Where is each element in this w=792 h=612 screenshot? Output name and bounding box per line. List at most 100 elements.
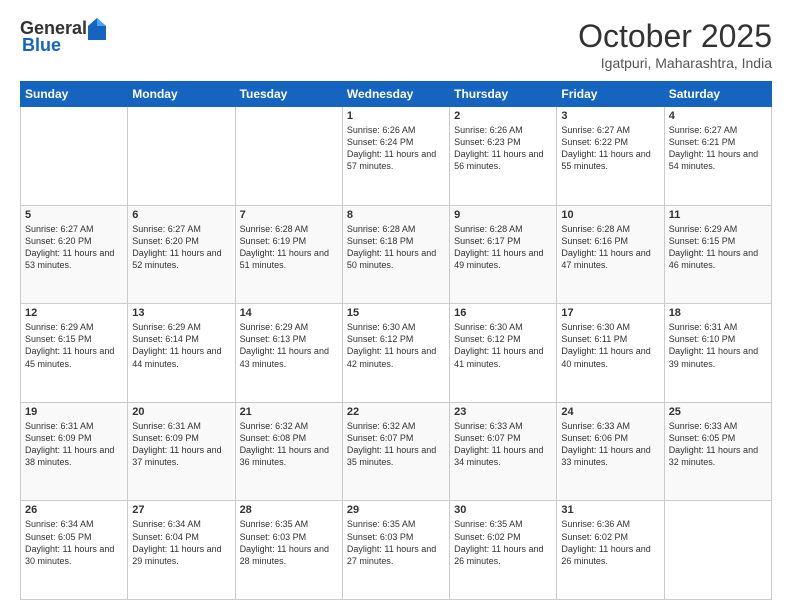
week-row-2: 5 Sunrise: 6:27 AM Sunset: 6:20 PM Daylig…: [21, 205, 772, 304]
day-cell: [664, 501, 771, 600]
day-number: 16: [454, 307, 552, 319]
day-cell: 27 Sunrise: 6:34 AM Sunset: 6:04 PM Dayli…: [128, 501, 235, 600]
day-cell: 30 Sunrise: 6:35 AM Sunset: 6:02 PM Dayli…: [450, 501, 557, 600]
day-cell: 31 Sunrise: 6:36 AM Sunset: 6:02 PM Dayli…: [557, 501, 664, 600]
day-number: 8: [347, 209, 445, 221]
day-info: Sunrise: 6:27 AM Sunset: 6:20 PM Dayligh…: [25, 224, 114, 270]
weekday-header-wednesday: Wednesday: [342, 82, 449, 107]
day-info: Sunrise: 6:27 AM Sunset: 6:22 PM Dayligh…: [561, 125, 650, 171]
day-cell: 23 Sunrise: 6:33 AM Sunset: 6:07 PM Dayli…: [450, 402, 557, 501]
day-info: Sunrise: 6:36 AM Sunset: 6:02 PM Dayligh…: [561, 519, 650, 565]
day-number: 26: [25, 504, 123, 516]
day-number: 20: [132, 406, 230, 418]
day-cell: [235, 107, 342, 206]
day-number: 12: [25, 307, 123, 319]
weekday-header-tuesday: Tuesday: [235, 82, 342, 107]
day-number: 2: [454, 110, 552, 122]
day-number: 18: [669, 307, 767, 319]
day-cell: 29 Sunrise: 6:35 AM Sunset: 6:03 PM Dayli…: [342, 501, 449, 600]
day-info: Sunrise: 6:35 AM Sunset: 6:02 PM Dayligh…: [454, 519, 543, 565]
day-cell: 17 Sunrise: 6:30 AM Sunset: 6:11 PM Dayli…: [557, 304, 664, 403]
day-info: Sunrise: 6:30 AM Sunset: 6:12 PM Dayligh…: [347, 322, 436, 368]
day-info: Sunrise: 6:32 AM Sunset: 6:07 PM Dayligh…: [347, 421, 436, 467]
day-cell: 16 Sunrise: 6:30 AM Sunset: 6:12 PM Dayli…: [450, 304, 557, 403]
day-info: Sunrise: 6:30 AM Sunset: 6:12 PM Dayligh…: [454, 322, 543, 368]
week-row-3: 12 Sunrise: 6:29 AM Sunset: 6:15 PM Dayli…: [21, 304, 772, 403]
title-block: October 2025 Igatpuri, Maharashtra, Indi…: [578, 18, 772, 71]
day-cell: 12 Sunrise: 6:29 AM Sunset: 6:15 PM Dayli…: [21, 304, 128, 403]
day-number: 17: [561, 307, 659, 319]
day-number: 29: [347, 504, 445, 516]
day-number: 24: [561, 406, 659, 418]
day-cell: 1 Sunrise: 6:26 AM Sunset: 6:24 PM Daylig…: [342, 107, 449, 206]
logo-icon: [88, 18, 106, 40]
day-cell: 11 Sunrise: 6:29 AM Sunset: 6:15 PM Dayli…: [664, 205, 771, 304]
day-number: 23: [454, 406, 552, 418]
weekday-header-friday: Friday: [557, 82, 664, 107]
day-cell: 15 Sunrise: 6:30 AM Sunset: 6:12 PM Dayli…: [342, 304, 449, 403]
day-number: 9: [454, 209, 552, 221]
logo-blue-text: Blue: [22, 36, 61, 56]
week-row-4: 19 Sunrise: 6:31 AM Sunset: 6:09 PM Dayli…: [21, 402, 772, 501]
weekday-header-row: SundayMondayTuesdayWednesdayThursdayFrid…: [21, 82, 772, 107]
day-info: Sunrise: 6:35 AM Sunset: 6:03 PM Dayligh…: [347, 519, 436, 565]
day-info: Sunrise: 6:34 AM Sunset: 6:04 PM Dayligh…: [132, 519, 221, 565]
day-number: 28: [240, 504, 338, 516]
day-number: 4: [669, 110, 767, 122]
day-cell: 18 Sunrise: 6:31 AM Sunset: 6:10 PM Dayli…: [664, 304, 771, 403]
logo: General Blue: [20, 18, 110, 56]
day-cell: 25Sunrise: 6:33 AM Sunset: 6:05 PM Dayli…: [664, 402, 771, 501]
day-number: 6: [132, 209, 230, 221]
day-cell: 6 Sunrise: 6:27 AM Sunset: 6:20 PM Daylig…: [128, 205, 235, 304]
day-cell: 10Sunrise: 6:28 AM Sunset: 6:16 PM Dayli…: [557, 205, 664, 304]
day-cell: 21 Sunrise: 6:32 AM Sunset: 6:08 PM Dayli…: [235, 402, 342, 501]
day-number: 11: [669, 209, 767, 221]
day-info: Sunrise: 6:28 AM Sunset: 6:18 PM Dayligh…: [347, 224, 436, 270]
day-info: Sunrise: 6:33 AM Sunset: 6:07 PM Dayligh…: [454, 421, 543, 467]
day-number: 15: [347, 307, 445, 319]
day-number: 5: [25, 209, 123, 221]
day-cell: 4 Sunrise: 6:27 AM Sunset: 6:21 PM Daylig…: [664, 107, 771, 206]
day-info: Sunrise: 6:29 AM Sunset: 6:15 PM Dayligh…: [669, 224, 758, 270]
day-info: Sunrise: 6:35 AM Sunset: 6:03 PM Dayligh…: [240, 519, 329, 565]
day-number: 1: [347, 110, 445, 122]
day-number: 14: [240, 307, 338, 319]
day-info: Sunrise: 6:31 AM Sunset: 6:10 PM Dayligh…: [669, 322, 758, 368]
day-info: Sunrise: 6:30 AM Sunset: 6:11 PM Dayligh…: [561, 322, 650, 368]
day-cell: 24 Sunrise: 6:33 AM Sunset: 6:06 PM Dayli…: [557, 402, 664, 501]
day-cell: 3Sunrise: 6:27 AM Sunset: 6:22 PM Daylig…: [557, 107, 664, 206]
day-info: Sunrise: 6:33 AM Sunset: 6:05 PM Dayligh…: [669, 421, 758, 467]
weekday-header-monday: Monday: [128, 82, 235, 107]
day-number: 21: [240, 406, 338, 418]
day-info: Sunrise: 6:26 AM Sunset: 6:24 PM Dayligh…: [347, 125, 436, 171]
day-info: Sunrise: 6:29 AM Sunset: 6:13 PM Dayligh…: [240, 322, 329, 368]
day-cell: 20 Sunrise: 6:31 AM Sunset: 6:09 PM Dayli…: [128, 402, 235, 501]
day-cell: 7Sunrise: 6:28 AM Sunset: 6:19 PM Daylig…: [235, 205, 342, 304]
day-cell: 14 Sunrise: 6:29 AM Sunset: 6:13 PM Dayli…: [235, 304, 342, 403]
day-number: 31: [561, 504, 659, 516]
page: General Blue October 2025 Igatpuri, Maha…: [0, 0, 792, 612]
day-cell: 5 Sunrise: 6:27 AM Sunset: 6:20 PM Daylig…: [21, 205, 128, 304]
month-title: October 2025: [578, 18, 772, 55]
day-info: Sunrise: 6:34 AM Sunset: 6:05 PM Dayligh…: [25, 519, 114, 565]
day-number: 27: [132, 504, 230, 516]
day-info: Sunrise: 6:32 AM Sunset: 6:08 PM Dayligh…: [240, 421, 329, 467]
day-info: Sunrise: 6:31 AM Sunset: 6:09 PM Dayligh…: [132, 421, 221, 467]
day-cell: 8 Sunrise: 6:28 AM Sunset: 6:18 PM Daylig…: [342, 205, 449, 304]
day-info: Sunrise: 6:27 AM Sunset: 6:20 PM Dayligh…: [132, 224, 221, 270]
day-info: Sunrise: 6:33 AM Sunset: 6:06 PM Dayligh…: [561, 421, 650, 467]
day-cell: 13Sunrise: 6:29 AM Sunset: 6:14 PM Dayli…: [128, 304, 235, 403]
day-number: 19: [25, 406, 123, 418]
day-info: Sunrise: 6:31 AM Sunset: 6:09 PM Dayligh…: [25, 421, 114, 467]
day-info: Sunrise: 6:27 AM Sunset: 6:21 PM Dayligh…: [669, 125, 758, 171]
day-number: 7: [240, 209, 338, 221]
day-info: Sunrise: 6:26 AM Sunset: 6:23 PM Dayligh…: [454, 125, 543, 171]
day-number: 30: [454, 504, 552, 516]
day-number: 22: [347, 406, 445, 418]
day-cell: [128, 107, 235, 206]
day-info: Sunrise: 6:28 AM Sunset: 6:17 PM Dayligh…: [454, 224, 543, 270]
location: Igatpuri, Maharashtra, India: [578, 55, 772, 71]
day-info: Sunrise: 6:29 AM Sunset: 6:15 PM Dayligh…: [25, 322, 114, 368]
week-row-5: 26 Sunrise: 6:34 AM Sunset: 6:05 PM Dayli…: [21, 501, 772, 600]
day-cell: 28 Sunrise: 6:35 AM Sunset: 6:03 PM Dayli…: [235, 501, 342, 600]
